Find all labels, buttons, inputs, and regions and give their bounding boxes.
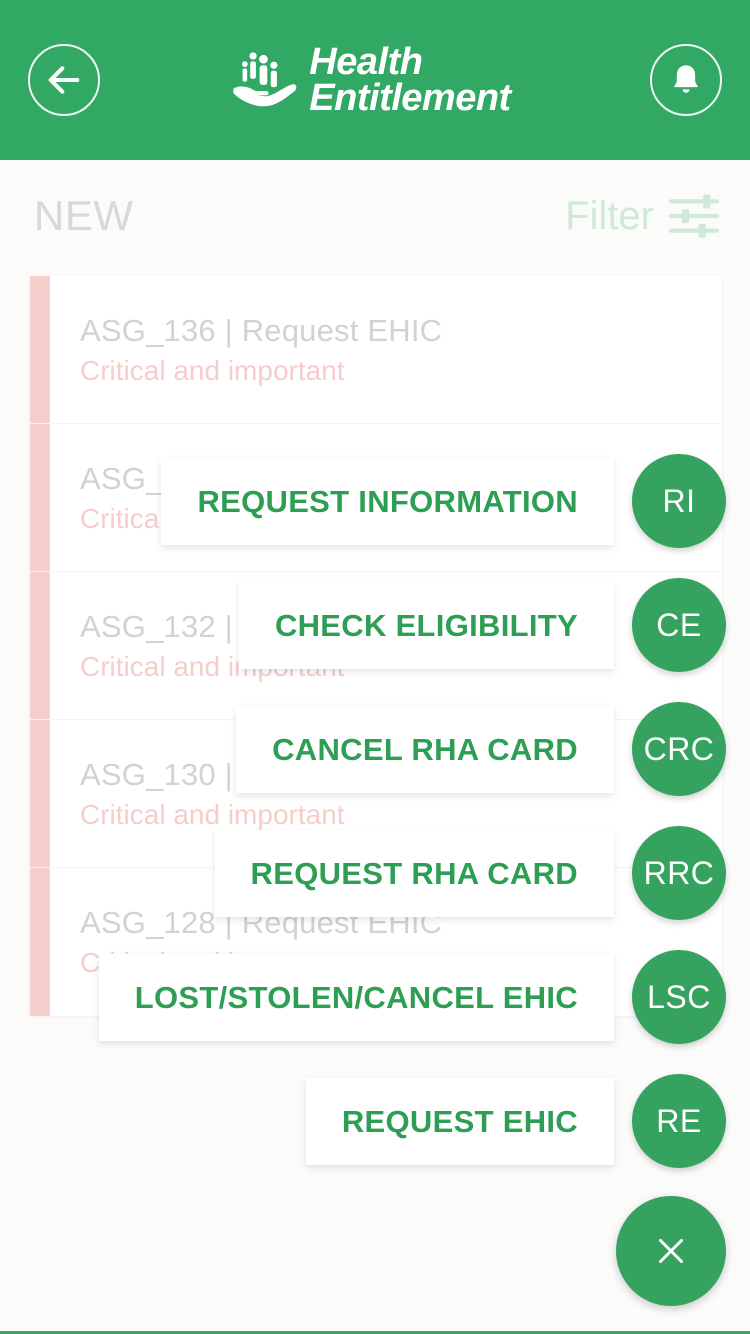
speed-dial-action-lost-stolen-cancel-ehic[interactable]: LOST/STOLEN/CANCEL EHIC LSC <box>98 950 726 1044</box>
speed-dial-fab[interactable]: CRC <box>632 702 726 796</box>
speed-dial-action-request-ehic[interactable]: REQUEST EHIC RE <box>305 1074 726 1168</box>
bell-icon <box>673 65 699 93</box>
brand-logo: Health Entitlement <box>229 40 511 119</box>
speed-dial-fab[interactable]: RI <box>632 454 726 548</box>
close-x-icon <box>659 1239 683 1263</box>
row-title: ASG_136 | Request EHIC <box>80 312 443 348</box>
speed-dial-fab[interactable]: RE <box>632 1074 726 1168</box>
speed-dial-action-check-eligibility[interactable]: CHECK ELIGIBILITY CE <box>238 578 726 672</box>
speed-dial-label[interactable]: CHECK ELIGIBILITY <box>238 581 614 669</box>
back-button[interactable] <box>28 44 100 116</box>
app-header: Health Entitlement <box>0 0 750 160</box>
notifications-button[interactable] <box>650 44 722 116</box>
brand-line-2: Entitlement <box>309 77 511 119</box>
speed-dial-label[interactable]: REQUEST EHIC <box>305 1077 614 1165</box>
page-title: NEW <box>34 192 134 239</box>
section-bar: NEW Filter <box>0 160 750 272</box>
table-row[interactable]: ASG_136 | Request EHIC Critical and impo… <box>30 276 722 424</box>
arrow-left-icon <box>48 66 80 94</box>
filter-button[interactable]: Filter <box>565 193 720 239</box>
filter-label: Filter <box>565 193 654 238</box>
speed-dial-fab[interactable]: LSC <box>632 950 726 1044</box>
speed-dial-close-button[interactable] <box>616 1196 726 1306</box>
speed-dial-action-request-rha-card[interactable]: REQUEST RHA CARD RRC <box>214 826 726 920</box>
speed-dial-label[interactable]: REQUEST INFORMATION <box>161 457 614 545</box>
speed-dial-fab[interactable]: CE <box>632 578 726 672</box>
speed-dial-fab[interactable]: RRC <box>632 826 726 920</box>
speed-dial-label[interactable]: CANCEL RHA CARD <box>236 705 614 793</box>
speed-dial-label[interactable]: LOST/STOLEN/CANCEL EHIC <box>98 953 614 1041</box>
speed-dial-action-cancel-rha-card[interactable]: CANCEL RHA CARD CRC <box>236 702 726 796</box>
hand-holding-family-icon <box>233 52 297 107</box>
tune-sliders-icon <box>668 194 720 238</box>
speed-dial-label[interactable]: REQUEST RHA CARD <box>214 829 614 917</box>
brand-line-1: Health <box>309 40 423 83</box>
row-subtitle: Critical and important <box>80 354 345 386</box>
speed-dial-action-request-information[interactable]: REQUEST INFORMATION RI <box>161 454 726 548</box>
